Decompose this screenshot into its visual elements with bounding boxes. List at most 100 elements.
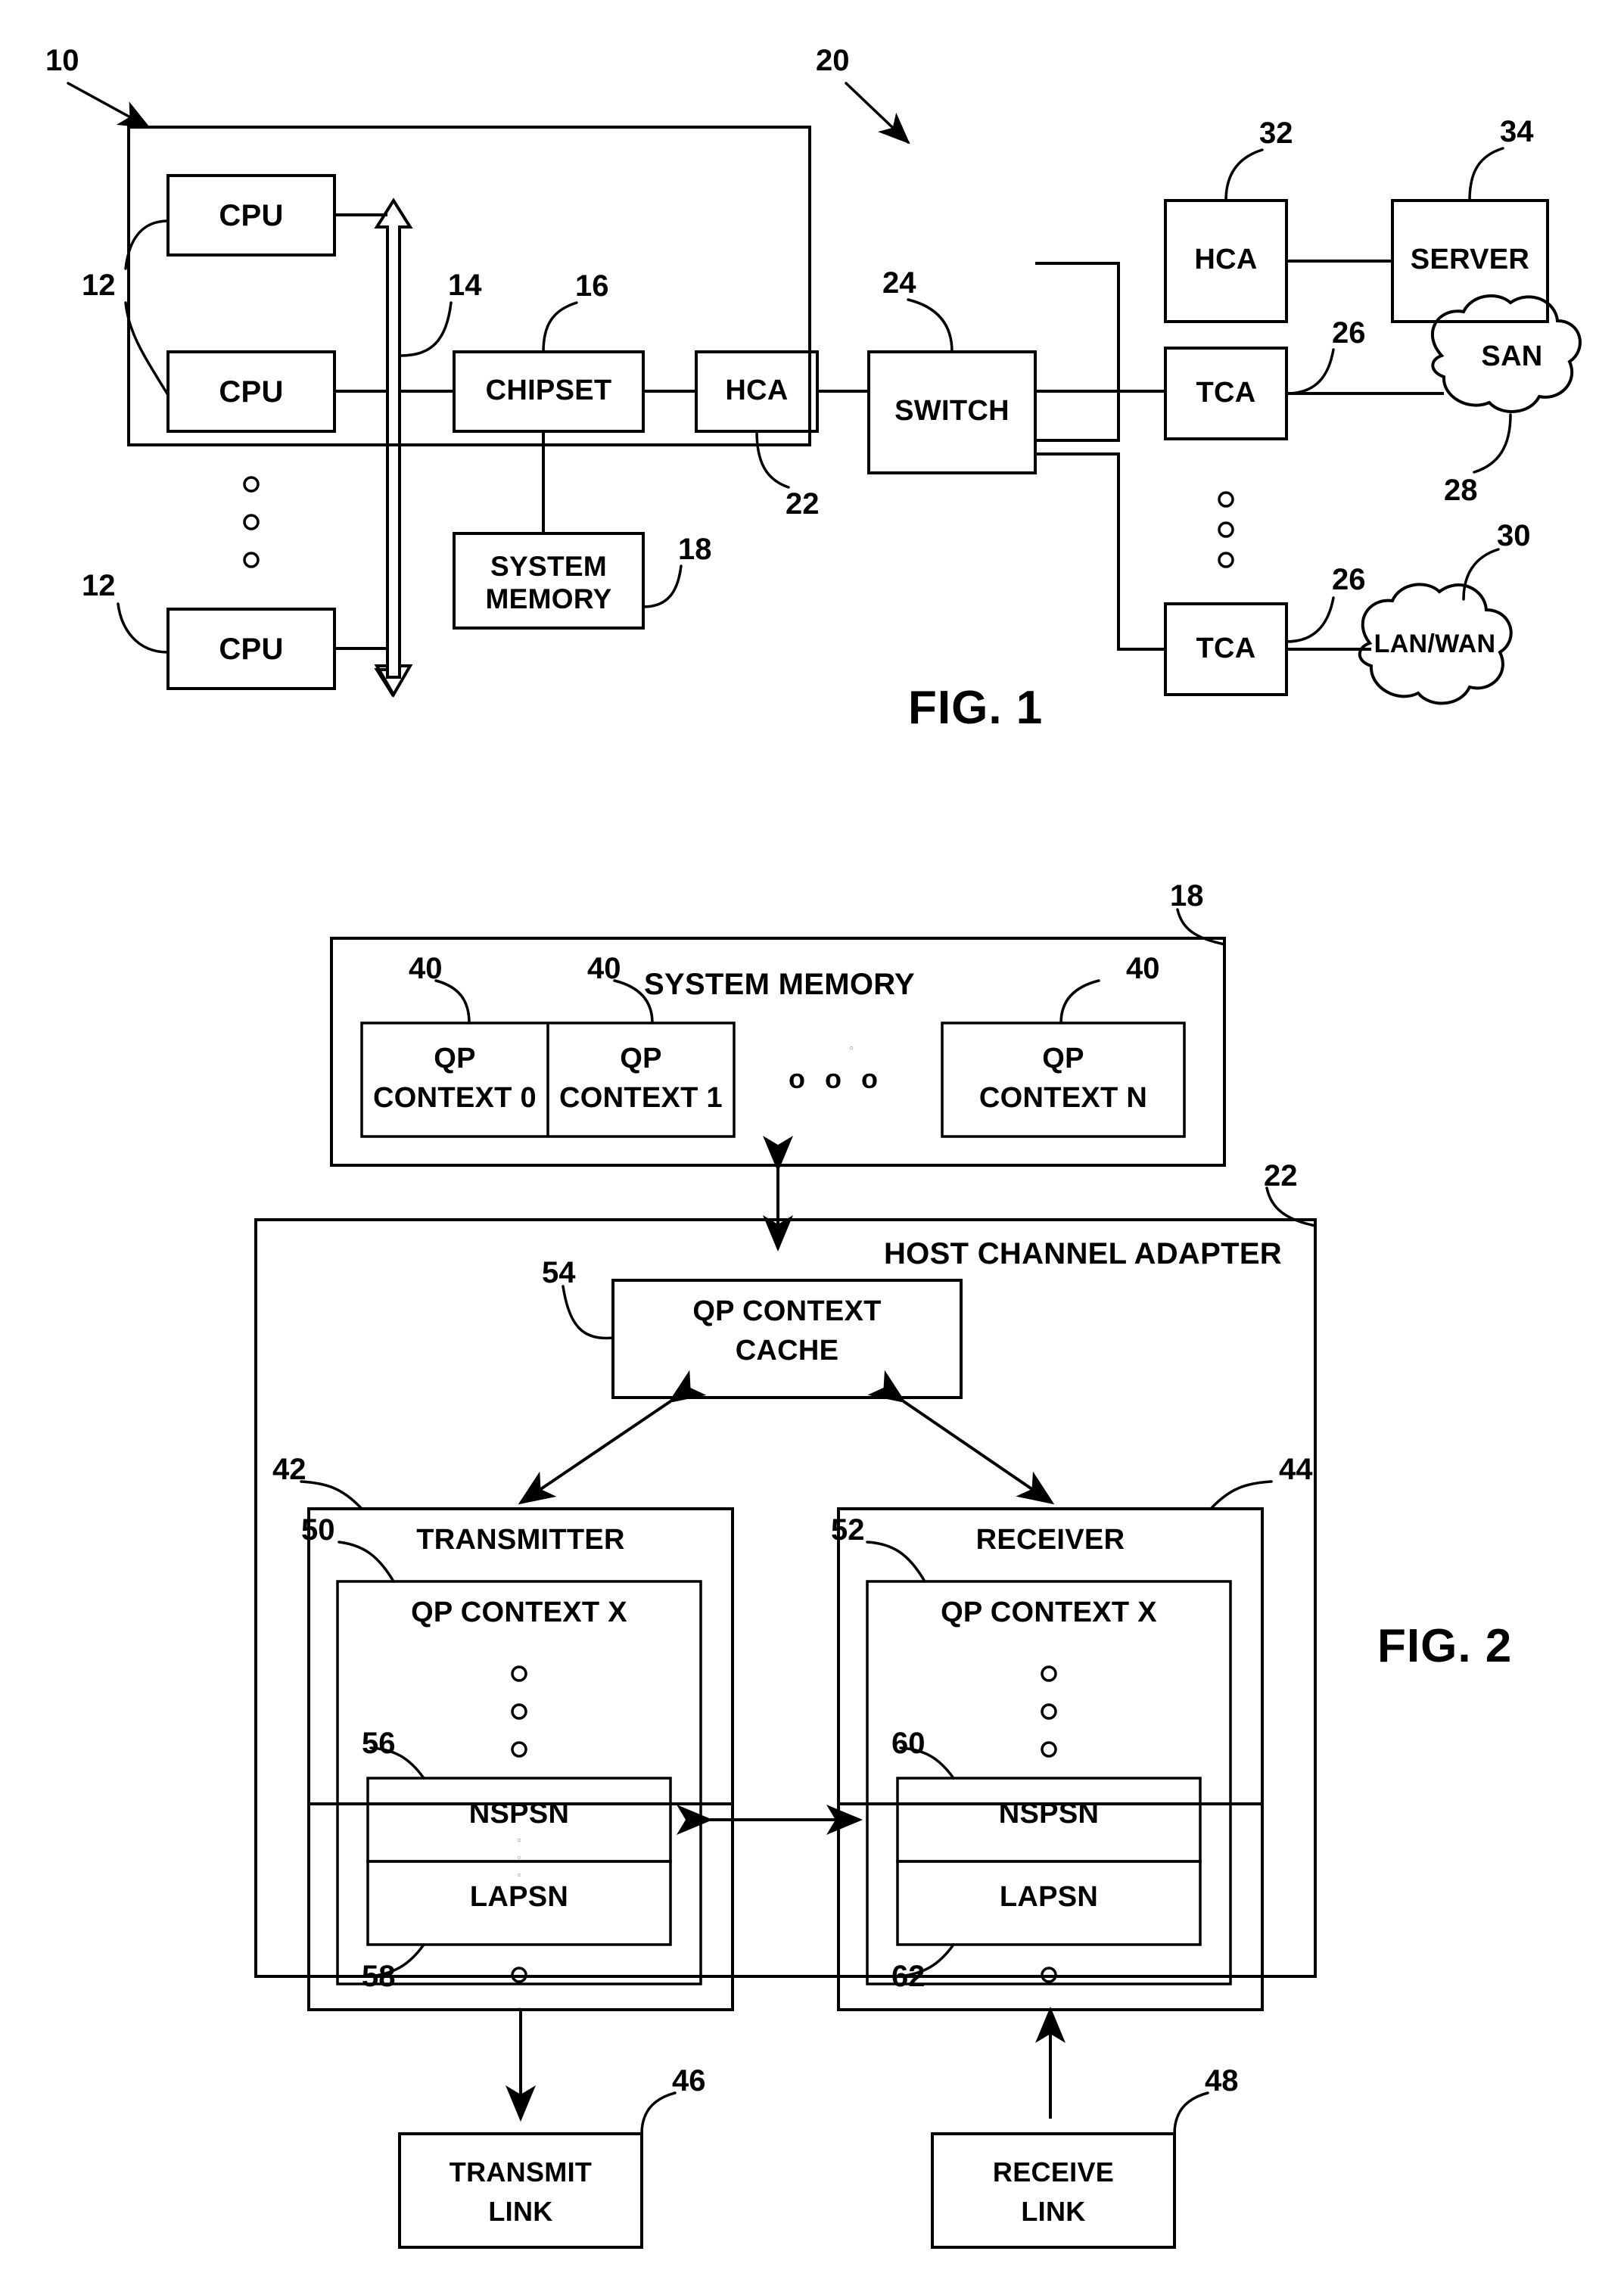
fig1-switch-tca2-route [1035,452,1165,651]
fig2-ref-42: 42 [272,1453,306,1486]
fig2-ref-40-c: 40 [1126,952,1160,985]
lead-22 [755,430,790,489]
fig1-cpu3-label: CPU [219,633,284,666]
fig2-receive-link-box [931,2132,1176,2249]
fig2-ref-46: 46 [672,2064,706,2097]
fig2-qp-context-n-line2: CONTEXT N [978,1082,1148,1114]
fig2-qp-context-n-line1: QP [1042,1043,1084,1074]
fig2-tx-lapsn-label: LAPSN [469,1881,569,1913]
fig2-ref-52: 52 [831,1513,865,1547]
lead-24 [907,298,954,353]
fig2-transmit-link-line1: TRANSMIT [449,2156,593,2187]
fig2-ref-58: 58 [362,1960,396,1993]
fig1-ref-12-top: 12 [82,269,116,302]
fig2-receive-link-line2: LINK [1021,2196,1086,2227]
fig2-hca-title: HOST CHANNEL ADAPTER [883,1237,1282,1270]
lead-28 [1473,413,1512,474]
fig1-switch-hca32-route [1035,262,1120,442]
lead-34 [1468,147,1504,202]
fig1-ref-32: 32 [1259,117,1293,150]
fig2-ref-22: 22 [1264,1159,1298,1192]
fig1-ref-26-bottom: 26 [1332,563,1366,596]
fig1-hca-host-label: HCA [725,375,789,406]
fig2-ref-50: 50 [301,1513,335,1547]
fig2-transmit-link-box [398,2132,643,2249]
fig2-ref-60: 60 [891,1727,926,1760]
fig2-qp-cache-line1: QP CONTEXT [692,1295,882,1327]
fig2-tx-context-title: QP CONTEXT X [411,1597,627,1628]
fig2-tx-nspsn-label: NSPSN [468,1798,570,1830]
fig1-server-label: SERVER [1410,244,1530,275]
fig1-ref-14: 14 [448,269,482,302]
fig2-qp-context-0-line1: QP [434,1043,476,1074]
fig2-qp-context-1-line2: CONTEXT 1 [559,1082,723,1114]
fig2-receive-link-line1: RECEIVE [992,2156,1115,2187]
fig1-ref-24: 24 [882,266,916,300]
fig2-transmit-link-line2: LINK [488,2196,553,2227]
diagram-linework [67,82,1582,2249]
fig1-ref-20: 20 [816,44,850,77]
fig2-lead-48 [1173,2091,1209,2135]
fig1-ref-16: 16 [575,269,609,303]
fig2-caption: FIG. 2 [1377,1620,1513,1672]
lead-20 [845,82,910,145]
lead-16 [542,301,578,353]
patent-drawing-sheet: CPU CPU CPU CHIPSET SYSTEM MEMORY HCA SW… [0,0,1624,2273]
fig1-ref-34: 34 [1500,115,1534,148]
fig2-ref-48: 48 [1205,2064,1239,2097]
fig1-bus-arrow-top [374,197,413,679]
fig2-rx-context-box [866,1580,1232,1985]
fig2-lead-44 [1209,1480,1273,1510]
fig2-lead-40-a [434,979,471,1025]
fig2-lead-54 [562,1285,614,1340]
lead-26-top [1285,348,1335,395]
lead-30 [1462,548,1500,601]
fig1-hca-remote-label: HCA [1194,244,1258,275]
lead-26-bottom [1285,596,1335,643]
lead-10 [67,82,151,129]
fig2-qp-context-ellipsis: o o o [789,1063,884,1094]
fig1-lanwan-label: LAN/WAN [1374,630,1496,658]
fig2-qp-context-0-line2: CONTEXT 0 [373,1082,537,1114]
fig1-ref-28: 28 [1444,474,1478,507]
fig1-switch-label: SWITCH [894,395,1010,427]
lead-18 [642,564,683,608]
fig2-system-memory-title: SYSTEM MEMORY [643,968,915,1001]
fig2-ref-40-b: 40 [587,952,621,985]
fig2-lead-46 [640,2091,677,2135]
fig2-cache-transmitter-arrow [518,1370,707,1505]
fig2-rx-nspsn-label: NSPSN [998,1798,1100,1830]
fig1-cpu1-label: CPU [219,199,284,232]
lead-12-bottom [117,602,170,654]
fig2-ref-56: 56 [362,1727,396,1760]
fig1-ref-18: 18 [678,533,712,566]
fig1-system-memory-label: SYSTEM MEMORY [485,551,612,614]
fig2-lead-42 [300,1480,363,1510]
lead-32 [1224,148,1264,202]
fig2-qp-context-1-line1: QP [620,1043,662,1074]
fig2-ref-62: 62 [891,1960,926,1993]
fig2-qp-context-n-box [941,1021,1186,1138]
fig1-cpu2-label: CPU [219,375,284,409]
fig2-receiver-title: RECEIVER [975,1524,1125,1556]
fig1-ref-26-top: 26 [1332,316,1366,350]
fig2-rx-context-title: QP CONTEXT X [941,1597,1157,1628]
fig2-ref-44: 44 [1279,1453,1313,1486]
fig1-tca2-label: TCA [1196,633,1256,664]
fig1-ref-22: 22 [786,487,820,521]
fig1-chipset-label: CHIPSET [485,375,612,406]
fig1-ref-12-bottom: 12 [82,569,116,602]
fig2-transmitter-title: TRANSMITTER [416,1524,625,1556]
fig2-ref-18: 18 [1170,879,1204,913]
fig1-caption: FIG. 1 [908,682,1044,734]
fig2-rx-lapsn-label: LAPSN [999,1881,1099,1913]
fig1-ref-30: 30 [1497,519,1531,552]
fig2-lead-40-c [1059,979,1100,1025]
lead-14 [400,301,453,357]
fig2-cache-receiver-arrow [867,1370,1055,1505]
lead-12-top-2 [124,301,170,396]
fig2-tx-context-box [336,1580,702,1985]
lead-12-top [124,219,170,270]
fig2-ref-40-a: 40 [409,952,443,985]
fig2-qp-cache-line2: CACHE [735,1335,839,1367]
